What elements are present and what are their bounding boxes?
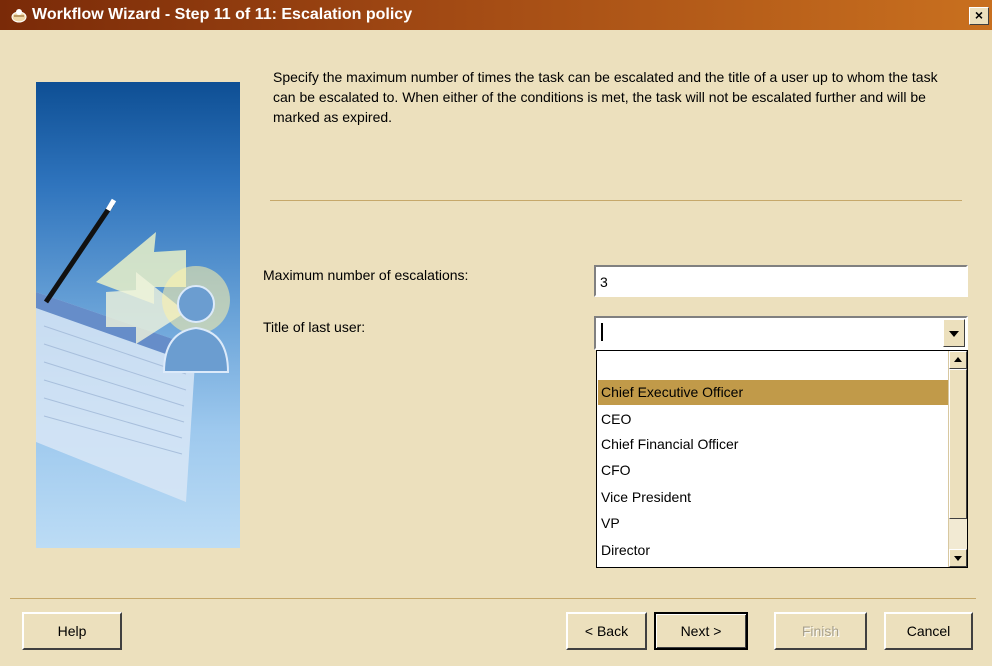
list-item-director[interactable]: Director (598, 538, 948, 563)
wizard-side-illustration (36, 82, 240, 548)
back-button[interactable]: < Back (566, 612, 647, 650)
title-last-user-label: Title of last user: (263, 319, 366, 335)
help-button[interactable]: Help (22, 612, 122, 650)
arrow-up-icon (954, 357, 962, 362)
max-escalations-input[interactable]: 3 (594, 265, 968, 297)
wizard-app-icon (11, 9, 27, 23)
max-escalations-label: Maximum number of escalations: (263, 267, 469, 283)
list-item-chief-executive-officer[interactable]: Chief Executive Officer (598, 380, 948, 405)
footer-divider (10, 598, 976, 599)
list-item-vice-president[interactable]: Vice President (598, 485, 948, 510)
title-options-list[interactable]: Chief Executive Officer CEO Chief Financ… (596, 350, 968, 568)
scroll-down-button[interactable] (949, 549, 967, 567)
title-bar: Workflow Wizard - Step 11 of 11: Escalat… (0, 0, 992, 30)
arrow-down-icon (954, 556, 962, 561)
close-icon: × (974, 7, 984, 23)
scroll-thumb[interactable] (949, 369, 967, 519)
window-title: Workflow Wizard - Step 11 of 11: Escalat… (32, 6, 413, 23)
close-button[interactable]: × (969, 7, 989, 25)
next-button[interactable]: Next > (654, 612, 748, 650)
list-item-empty[interactable] (598, 355, 948, 380)
list-item-cfo[interactable]: CFO (598, 458, 948, 483)
wizard-illustration-icon (36, 198, 230, 502)
list-item-vp[interactable]: VP (598, 511, 948, 536)
cancel-button[interactable]: Cancel (884, 612, 973, 650)
header-divider (270, 200, 962, 201)
text-caret (601, 323, 603, 341)
list-scrollbar[interactable] (948, 351, 967, 567)
step-description: Specify the maximum number of times the … (273, 69, 938, 125)
title-last-user-combobox[interactable] (594, 316, 968, 350)
list-item-ceo[interactable]: CEO (598, 407, 948, 432)
finish-button: Finish (774, 612, 867, 650)
list-item-chief-financial-officer[interactable]: Chief Financial Officer (598, 432, 948, 457)
chevron-down-icon (949, 331, 959, 337)
combobox-dropdown-button[interactable] (943, 319, 965, 347)
scroll-up-button[interactable] (949, 351, 967, 369)
